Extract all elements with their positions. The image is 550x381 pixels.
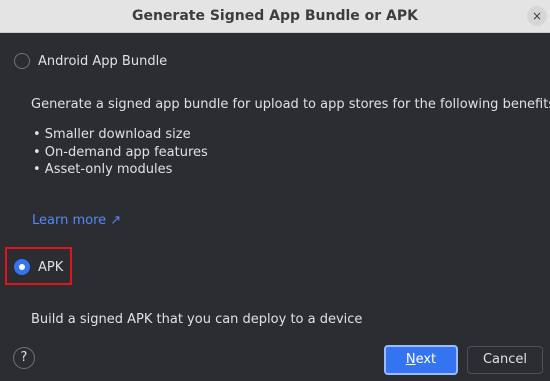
next-label-rest: ext <box>415 352 437 367</box>
apk-label: APK <box>38 260 64 275</box>
cancel-button[interactable]: Cancel <box>467 346 543 374</box>
signed-bundle-dialog: Generate Signed App Bundle or APK × Andr… <box>0 0 550 381</box>
android-app-bundle-label: Android App Bundle <box>38 54 168 69</box>
benefit-item: • On-demand app features <box>33 145 208 160</box>
help-icon[interactable]: ? <box>13 347 35 369</box>
android-app-bundle-radio[interactable] <box>14 53 30 69</box>
next-mnemonic: N <box>405 352 416 367</box>
apk-radio[interactable] <box>14 259 30 275</box>
dialog-title: Generate Signed App Bundle or APK <box>131 8 418 24</box>
benefit-item: • Asset-only modules <box>33 162 173 177</box>
app-bundle-description: Generate a signed app bundle for upload … <box>31 97 550 112</box>
next-button[interactable]: Next <box>384 345 458 375</box>
title-bar: Generate Signed App Bundle or APK × <box>0 0 550 33</box>
learn-more-link[interactable]: Learn more ↗ <box>32 213 121 228</box>
apk-description: Build a signed APK that you can deploy t… <box>31 312 363 327</box>
benefit-item: • Smaller download size <box>33 127 191 142</box>
close-icon[interactable]: × <box>527 6 547 26</box>
